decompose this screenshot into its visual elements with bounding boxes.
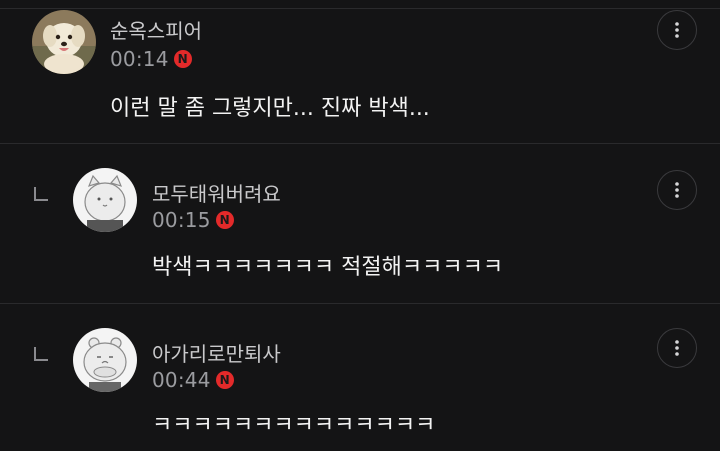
reply-item: 모두태워버려요 00:15 N 박색ㅋㅋㅋㅋㅋㅋㅋ 적절해ㅋㅋㅋㅋㅋ — [0, 144, 720, 303]
vertical-dots-icon — [675, 22, 679, 38]
comment-meta: 00:44 N — [152, 368, 234, 392]
more-options-button[interactable] — [657, 10, 697, 50]
new-badge-icon: N — [173, 50, 192, 68]
comment-time: 00:15 — [152, 208, 211, 232]
hamster-character-avatar-icon — [73, 328, 137, 392]
avatar[interactable] — [73, 328, 137, 392]
comment-item: 순옥스피어 00:14 N 이런 말 좀 그렇지만... 진짜 박색... — [0, 0, 720, 143]
more-options-button[interactable] — [657, 328, 697, 368]
cat-character-avatar-icon — [73, 168, 137, 232]
avatar[interactable] — [73, 168, 137, 232]
comment-text: 박색ㅋㅋㅋㅋㅋㅋㅋ 적절해ㅋㅋㅋㅋㅋ — [152, 255, 504, 280]
comment-text: ㅋㅋㅋㅋㅋㅋㅋㅋㅋㅋㅋㅋㅋㅋ — [152, 413, 436, 438]
comment-time: 00:44 — [152, 368, 211, 392]
new-badge-icon: N — [215, 211, 234, 229]
comment-meta: 00:15 N — [152, 208, 234, 232]
vertical-dots-icon — [675, 182, 679, 198]
reply-arrow-icon — [34, 187, 48, 201]
dog-photo-avatar-icon — [32, 10, 96, 74]
vertical-dots-icon — [675, 340, 679, 356]
reply-arrow-icon — [34, 347, 48, 361]
reply-item: 아가리로만퇴사 00:44 N ㅋㅋㅋㅋㅋㅋㅋㅋㅋㅋㅋㅋㅋㅋ — [0, 304, 720, 451]
comment-meta: 00:14 N — [110, 47, 192, 71]
comment-nickname[interactable]: 순옥스피어 — [110, 15, 202, 44]
more-options-button[interactable] — [657, 170, 697, 210]
avatar[interactable] — [32, 10, 96, 74]
comment-nickname[interactable]: 아가리로만퇴사 — [152, 338, 281, 367]
comment-nickname[interactable]: 모두태워버려요 — [152, 178, 281, 207]
comment-text: 이런 말 좀 그렇지만... 진짜 박색... — [110, 96, 430, 121]
new-badge-icon: N — [215, 371, 234, 389]
comment-time: 00:14 — [110, 47, 169, 71]
